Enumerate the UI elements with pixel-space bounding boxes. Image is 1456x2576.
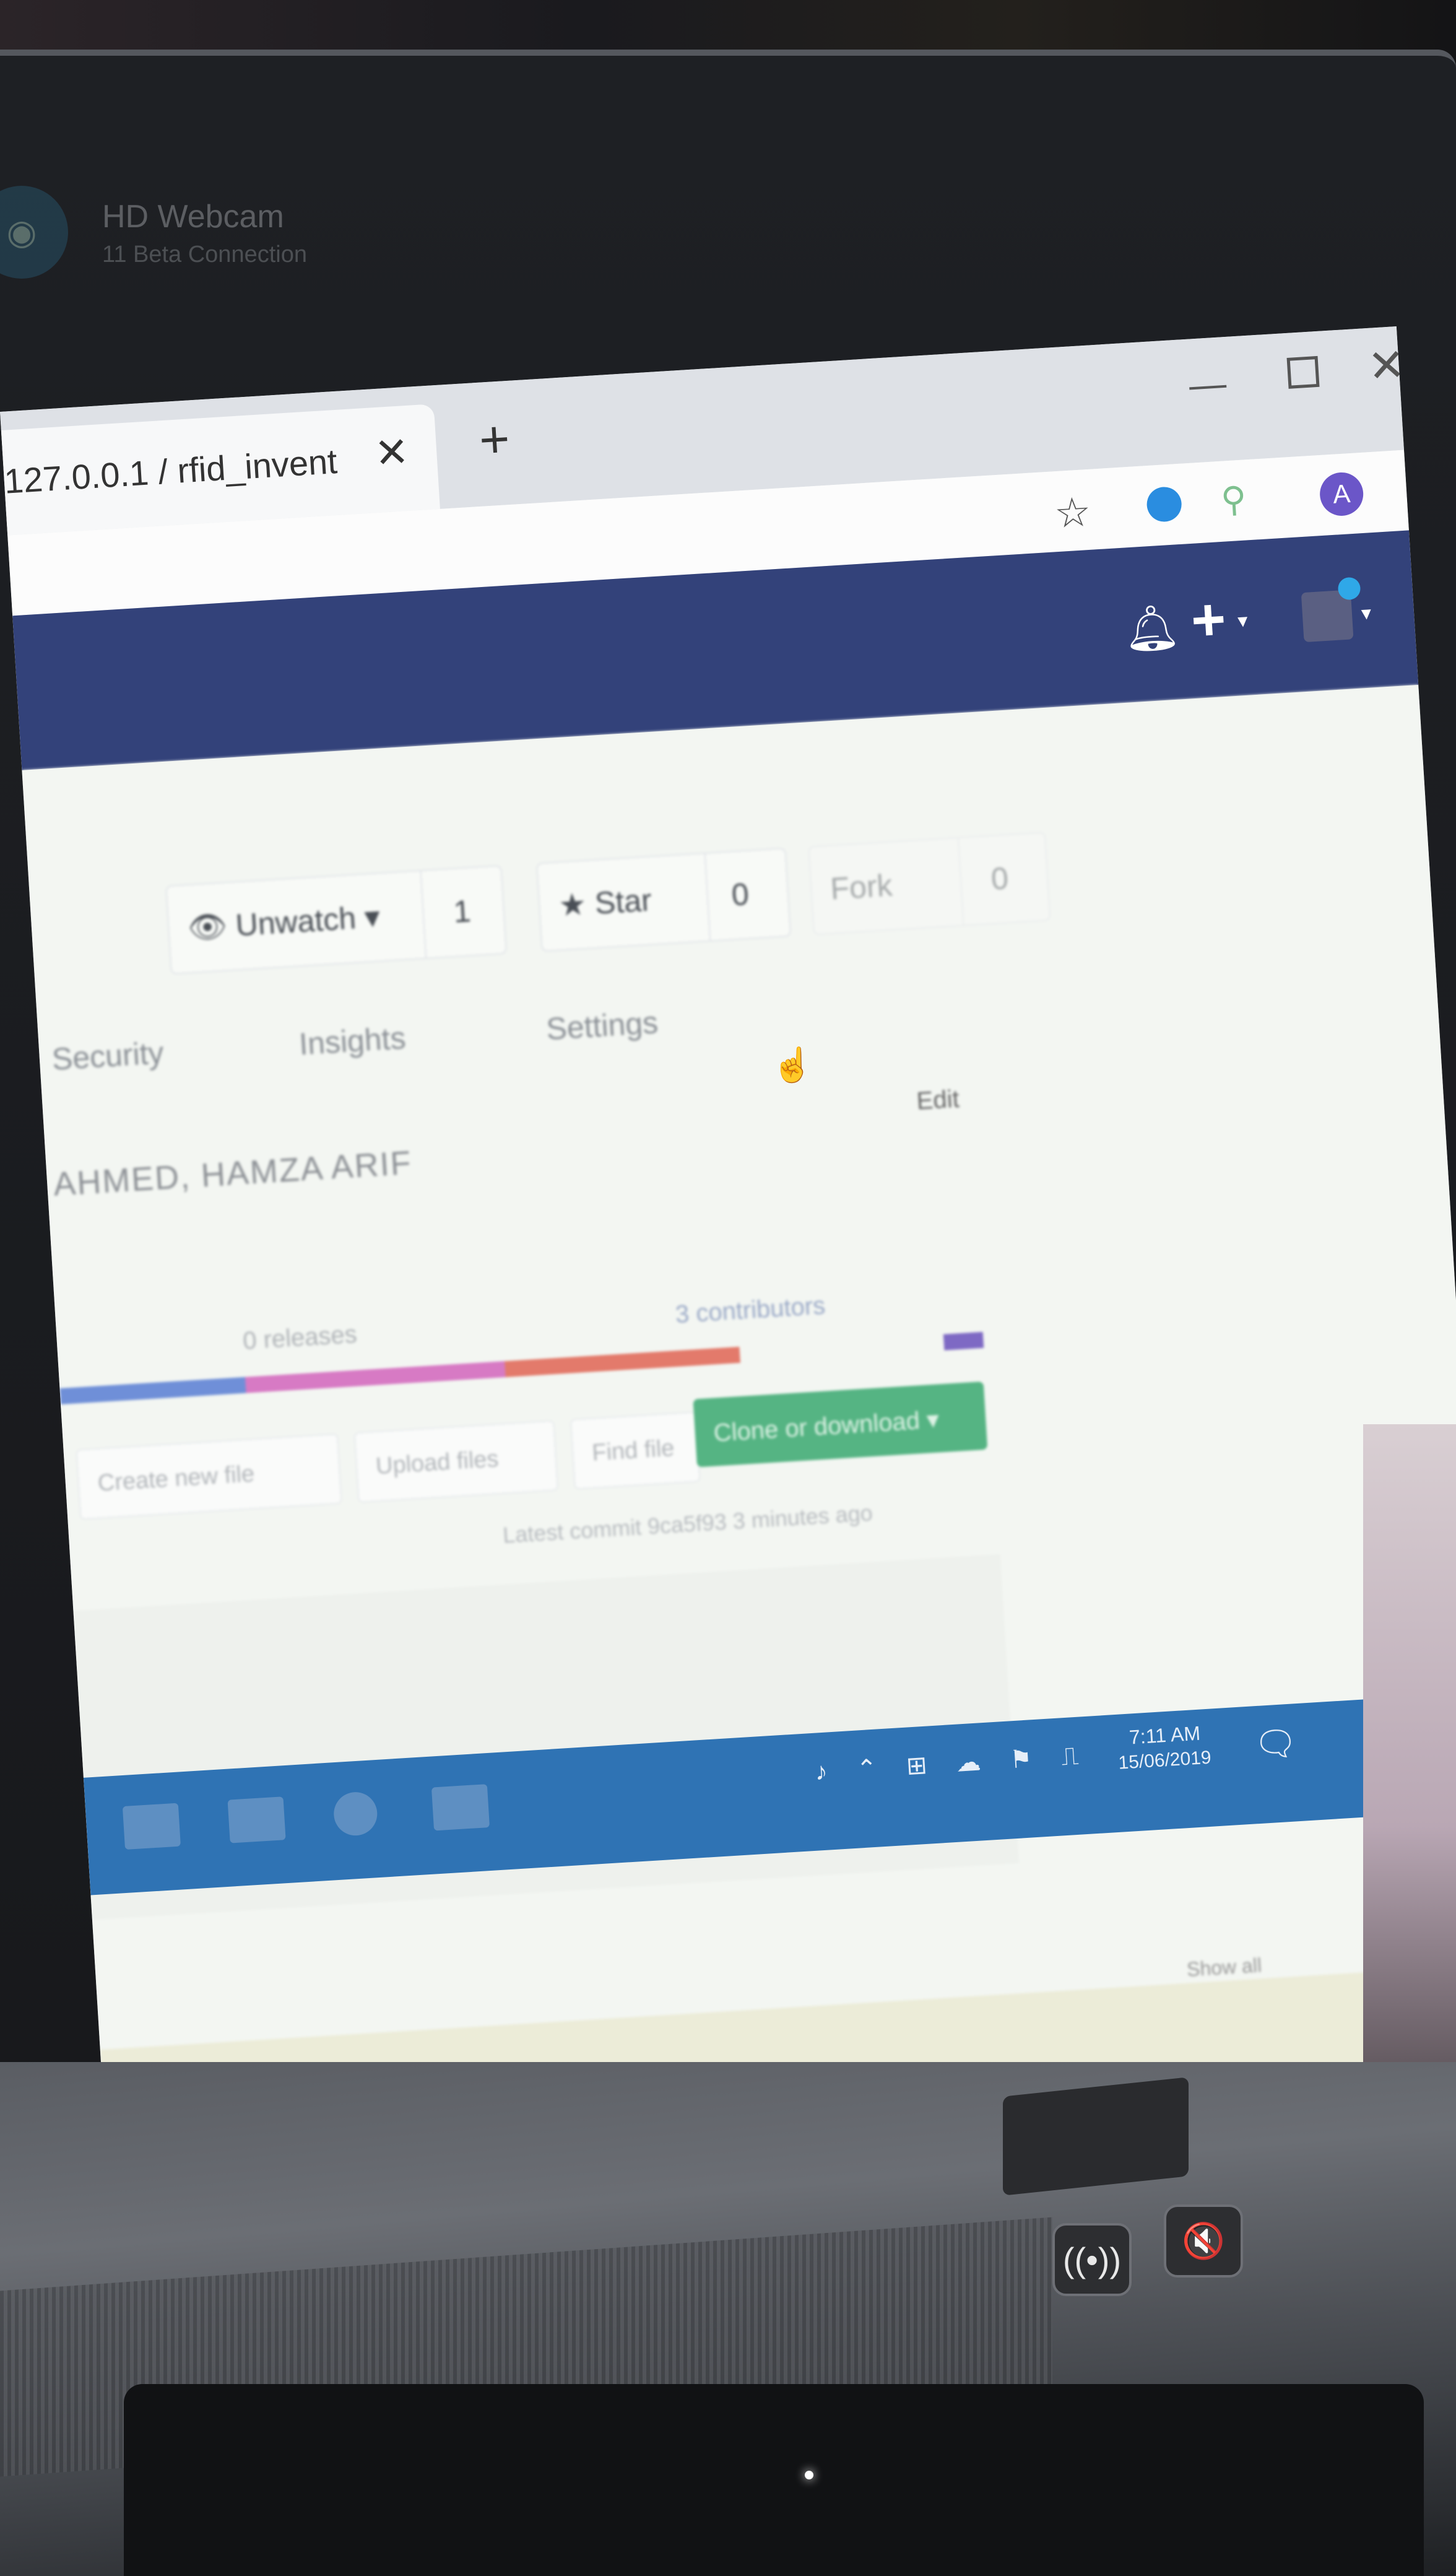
notifications-bell-icon[interactable]: 🔔︎ bbox=[1122, 600, 1181, 656]
lang-segment bbox=[943, 1331, 984, 1351]
chevron-down-icon[interactable]: ▾ bbox=[1361, 601, 1372, 625]
laptop-hinge bbox=[1003, 2077, 1189, 2196]
tab-settings[interactable]: Settings bbox=[545, 1004, 659, 1047]
webcam-icon: ◉ bbox=[0, 186, 68, 279]
notification-subtitle: 11 Beta Connection bbox=[102, 242, 307, 268]
system-tray-icons[interactable]: ♪ ⌃ ⊞ ☁ ⚑ ⎍ bbox=[814, 1741, 1090, 1786]
upload-files-button[interactable]: Upload files bbox=[353, 1420, 559, 1503]
star-label: ★ Star bbox=[557, 882, 653, 923]
latest-commit[interactable]: Latest commit 9ca5f93 3 minutes ago bbox=[502, 1500, 873, 1548]
lang-segment bbox=[59, 1377, 246, 1405]
bookmark-star-icon[interactable]: ☆ bbox=[1053, 488, 1093, 537]
wireless-key[interactable]: ((•)) bbox=[1052, 2223, 1132, 2296]
fork-label: Fork bbox=[829, 868, 894, 907]
chevron-down-icon[interactable]: ▾ bbox=[1237, 609, 1248, 633]
create-new-file-button[interactable]: Create new file bbox=[76, 1433, 342, 1520]
create-new-icon[interactable]: + bbox=[1189, 585, 1228, 655]
notification-title: HD Webcam bbox=[102, 199, 284, 235]
minimize-button[interactable]: — bbox=[1188, 362, 1228, 407]
tab-security[interactable]: Security bbox=[51, 1035, 165, 1077]
edit-button[interactable]: Edit bbox=[916, 1086, 960, 1116]
releases-link[interactable]: 0 releases bbox=[242, 1321, 358, 1355]
unwatch-button[interactable]: 👁︎ Unwatch ▾ 1 bbox=[165, 864, 507, 975]
fork-count[interactable]: 0 bbox=[990, 860, 1009, 897]
taskbar-app-icon[interactable] bbox=[122, 1803, 181, 1850]
repo-content: 👁︎ Unwatch ▾ 1 ★ Star 0 Fork 0 Security … bbox=[22, 684, 1456, 2143]
tab-insights[interactable]: Insights bbox=[298, 1020, 407, 1062]
taskbar-browser-icon[interactable] bbox=[332, 1791, 379, 1837]
maximize-button[interactable] bbox=[1286, 355, 1320, 389]
star-count[interactable]: 0 bbox=[730, 876, 750, 913]
power-led bbox=[805, 2471, 813, 2479]
clone-download-button[interactable]: Clone or download ▾ bbox=[693, 1381, 988, 1468]
taskbar-folder-icon[interactable] bbox=[431, 1784, 490, 1831]
extension-key-icon[interactable]: ⚲ bbox=[1220, 478, 1247, 520]
new-tab-button[interactable]: + bbox=[477, 409, 511, 471]
show-all-link[interactable]: Show all bbox=[1186, 1954, 1262, 1981]
hand-cursor-icon: ☝ bbox=[771, 1046, 814, 1084]
mute-key[interactable]: 🔇 bbox=[1164, 2204, 1243, 2278]
clock-date[interactable]: 15/06/2019 bbox=[1118, 1747, 1212, 1774]
laptop-screen: 127.0.0.1 / rfid_invent ✕ + — ✕ ☆ ⚲ A ⋮ … bbox=[0, 326, 1456, 2143]
webcam-notification: ◉ HD Webcam 11 Beta Connection bbox=[0, 173, 495, 297]
repo-description: AHMED, HAMZA ARIF bbox=[52, 1144, 414, 1204]
star-button[interactable]: ★ Star 0 bbox=[536, 847, 792, 952]
fork-button[interactable]: Fork 0 bbox=[808, 832, 1051, 936]
unwatch-label: 👁︎ Unwatch ▾ bbox=[186, 899, 381, 946]
contributors-link[interactable]: 3 contributors bbox=[675, 1292, 826, 1329]
clock-time[interactable]: 7:11 AM bbox=[1129, 1722, 1201, 1749]
lang-segment bbox=[505, 1346, 740, 1378]
profile-avatar[interactable]: A bbox=[1319, 471, 1365, 518]
tab-close-icon[interactable]: ✕ bbox=[373, 428, 410, 477]
action-center-icon[interactable]: 🗨︎ bbox=[1252, 1722, 1299, 1765]
extension-icon[interactable] bbox=[1145, 485, 1183, 523]
watch-count[interactable]: 1 bbox=[453, 893, 472, 930]
keyboard bbox=[124, 2384, 1424, 2576]
taskbar-app-icon[interactable] bbox=[227, 1796, 286, 1843]
lang-segment bbox=[245, 1361, 506, 1393]
tab-title: 127.0.0.1 / rfid_invent bbox=[2, 441, 339, 501]
find-file-button[interactable]: Find file bbox=[570, 1411, 701, 1490]
